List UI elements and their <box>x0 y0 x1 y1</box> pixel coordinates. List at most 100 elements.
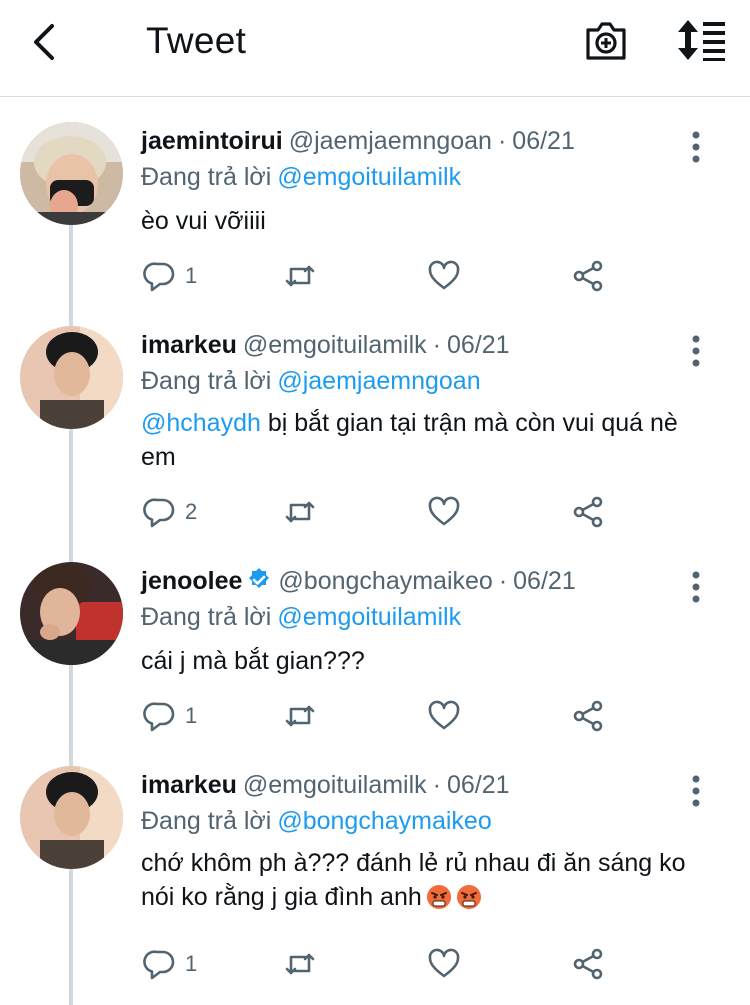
like-button[interactable] <box>427 492 461 532</box>
replying-to: Đang trả lời @jaemjaemngoan <box>141 366 481 396</box>
separator-dot: · <box>432 331 441 359</box>
page-title: Tweet <box>146 20 247 61</box>
display-name[interactable]: imarkeu <box>141 331 237 359</box>
tweet-text: èo vui vỡiiii <box>141 207 266 235</box>
tweet-actions: 2 <box>141 492 621 532</box>
heart-icon <box>428 700 460 730</box>
replying-to-mention[interactable]: @emgoituilamilk <box>277 163 461 191</box>
avatar[interactable] <box>20 562 123 665</box>
replying-to-label: Đang trả lời <box>141 603 272 631</box>
tweet-actions: 1 <box>141 696 621 736</box>
reply-button[interactable]: 1 <box>143 256 197 296</box>
like-button[interactable] <box>427 696 461 736</box>
replying-to: Đang trả lời @emgoituilamilk <box>141 162 461 192</box>
retweet-icon <box>285 265 315 287</box>
tweet-date[interactable]: 06/21 <box>512 127 575 155</box>
more-options-button[interactable] <box>684 570 708 604</box>
angry-face-emoji-icon <box>456 885 481 909</box>
reply-count: 1 <box>185 263 198 288</box>
tweet-text: chớ khôm ph à??? đánh lẻ rủ nhau đi ăn s… <box>141 846 711 914</box>
display-name[interactable]: jaemintoirui <box>141 127 283 155</box>
verified-badge-icon <box>249 568 270 588</box>
heart-icon <box>428 496 460 526</box>
separator-dot: · <box>498 567 508 595</box>
replying-to-label: Đang trả lời <box>141 807 272 835</box>
angry-face-emoji-icon <box>426 885 451 909</box>
like-button[interactable] <box>427 944 461 984</box>
avatar[interactable] <box>20 122 123 225</box>
share-icon <box>573 700 603 732</box>
share-button[interactable] <box>571 696 605 736</box>
more-vertical-icon <box>692 131 700 163</box>
user-handle[interactable]: @emgoituilamilk <box>243 771 427 799</box>
retweet-button[interactable] <box>283 696 317 736</box>
display-name[interactable]: jenoolee <box>141 567 242 595</box>
reply-icon <box>143 498 175 528</box>
replying-to-label: Đang trả lời <box>141 367 272 395</box>
share-icon <box>573 496 603 528</box>
share-button[interactable] <box>571 256 605 296</box>
share-icon <box>573 948 603 980</box>
reply-count: 1 <box>185 703 198 728</box>
tweet-header: jaemintoirui @jaemjaemngoan · 06/21 <box>141 126 575 156</box>
camera-button[interactable] <box>584 18 628 62</box>
reply-button[interactable]: 1 <box>143 696 197 736</box>
tweet-header: jenoolee @bongchaymaikeo · 06/21 <box>141 566 576 596</box>
tweet-header: imarkeu @emgoituilamilk · 06/21 <box>141 330 510 360</box>
tweet-actions: 1 <box>141 256 621 296</box>
separator-dot: · <box>432 771 441 799</box>
user-handle[interactable]: @jaemjaemngoan <box>289 127 492 155</box>
sort-icon <box>678 20 725 61</box>
replying-to-label: Đang trả lời <box>141 163 272 191</box>
share-icon <box>573 260 603 292</box>
retweet-icon <box>285 705 315 727</box>
like-button[interactable] <box>427 256 461 296</box>
reply-icon <box>143 262 175 292</box>
display-name[interactable]: imarkeu <box>141 771 237 799</box>
more-vertical-icon <box>692 335 700 367</box>
avatar[interactable] <box>20 326 123 429</box>
replying-to-mention[interactable]: @jaemjaemngoan <box>277 367 480 395</box>
tweet-text: cái j mà bắt gian??? <box>141 647 365 675</box>
tweet-text-body: chớ khôm ph à??? đánh lẻ rủ nhau đi ăn s… <box>141 849 686 911</box>
back-button[interactable] <box>30 22 60 62</box>
more-options-button[interactable] <box>684 774 708 808</box>
camera-plus-icon <box>586 22 626 60</box>
more-options-button[interactable] <box>684 334 708 368</box>
heart-icon <box>428 948 460 978</box>
reply-icon <box>143 950 175 980</box>
text-mention[interactable]: @hchaydh <box>141 409 261 437</box>
more-vertical-icon <box>692 775 700 807</box>
user-handle[interactable]: @emgoituilamilk <box>243 331 427 359</box>
heart-icon <box>428 260 460 290</box>
user-handle[interactable]: @bongchaymaikeo <box>278 567 492 595</box>
reply-count: 1 <box>185 951 198 976</box>
more-options-button[interactable] <box>684 130 708 164</box>
reply-button[interactable]: 2 <box>143 492 197 532</box>
replying-to-mention[interactable]: @bongchaymaikeo <box>277 807 491 835</box>
share-button[interactable] <box>571 492 605 532</box>
retweet-button[interactable] <box>283 492 317 532</box>
retweet-icon <box>285 953 315 975</box>
top-bar: Tweet <box>0 0 750 97</box>
replying-to-mention[interactable]: @emgoituilamilk <box>277 603 461 631</box>
tweet-header: imarkeu @emgoituilamilk · 06/21 <box>141 770 510 800</box>
reply-button[interactable]: 1 <box>143 944 197 984</box>
tweet-date[interactable]: 06/21 <box>447 331 510 359</box>
replying-to: Đang trả lời @emgoituilamilk <box>141 602 461 632</box>
share-button[interactable] <box>571 944 605 984</box>
sort-replies-button[interactable] <box>676 18 726 62</box>
reply-count: 2 <box>185 499 198 524</box>
replying-to: Đang trả lời @bongchaymaikeo <box>141 806 492 836</box>
retweet-button[interactable] <box>283 256 317 296</box>
retweet-button[interactable] <box>283 944 317 984</box>
tweet-date[interactable]: 06/21 <box>447 771 510 799</box>
tweet-date[interactable]: 06/21 <box>513 567 576 595</box>
tweet-text: @hchaydh bị bắt gian tại trận mà còn vui… <box>141 406 701 474</box>
more-vertical-icon <box>692 571 700 603</box>
separator-dot: · <box>497 127 507 155</box>
avatar[interactable] <box>20 766 123 869</box>
chevron-left-icon <box>34 24 54 60</box>
retweet-icon <box>285 501 315 523</box>
tweet-actions: 1 <box>141 944 621 984</box>
